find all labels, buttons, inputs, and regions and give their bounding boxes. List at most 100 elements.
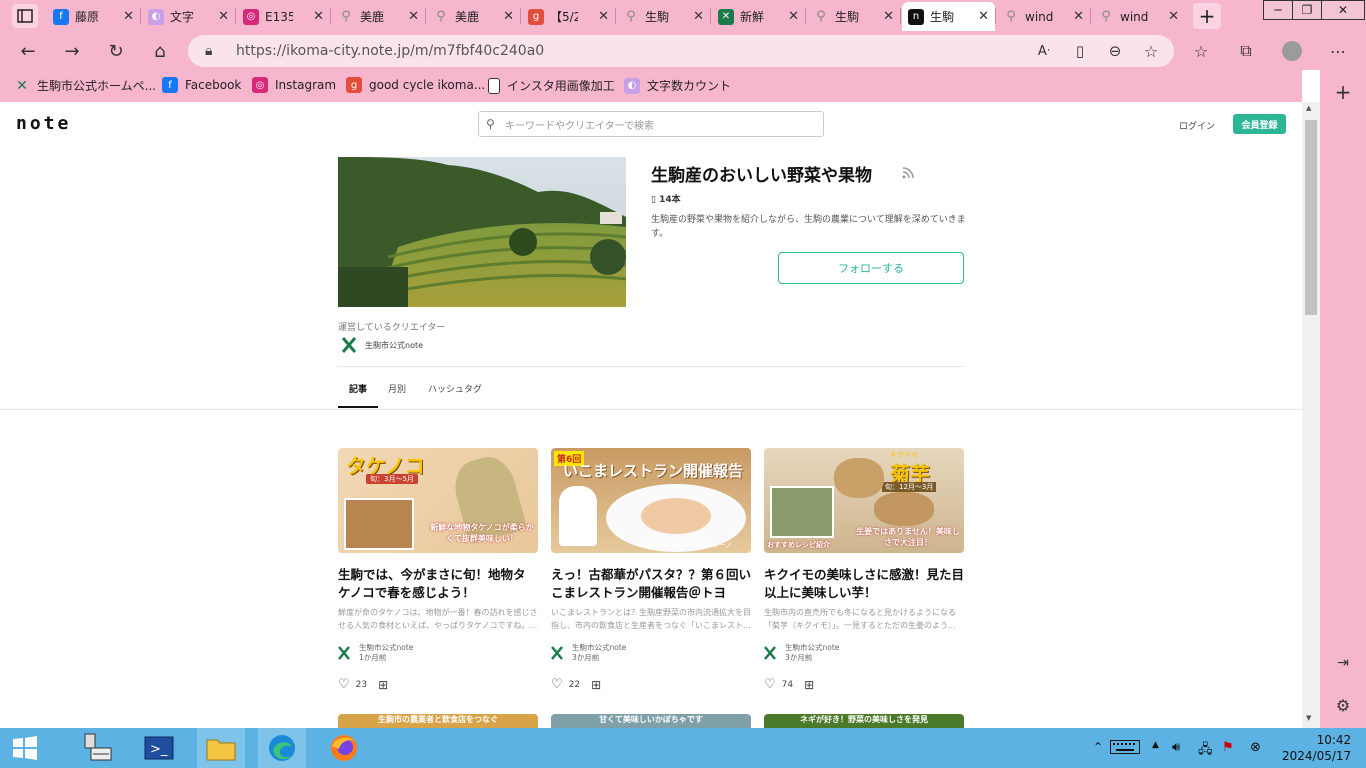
close-tab-icon[interactable]: ✕	[313, 9, 324, 24]
system-clock[interactable]: 10:42 2024/05/17	[1282, 732, 1351, 764]
forward-icon[interactable]: →	[60, 39, 84, 63]
keyboard-icon[interactable]	[1110, 740, 1140, 758]
next-article-thumbnail[interactable]: 生駒市の農業者と飲食店をつなぐ	[338, 714, 538, 728]
like-icon[interactable]: ♡	[764, 677, 776, 692]
note-logo[interactable]: note	[16, 113, 71, 134]
tab-monthly[interactable]: 月別	[388, 382, 406, 395]
follow-button[interactable]: フォローする	[778, 252, 964, 284]
new-tab-button[interactable]: +	[1193, 3, 1221, 29]
tab[interactable]: ⚲ 生駒 ✕	[617, 2, 710, 31]
signup-button[interactable]: 会員登録	[1233, 114, 1286, 134]
powershell-icon[interactable]: >_	[140, 728, 178, 768]
tray-expand-icon[interactable]: ⌃	[1093, 740, 1103, 754]
server-manager-icon[interactable]	[78, 728, 116, 768]
tab[interactable]: ◎ E135 ✕	[237, 2, 330, 31]
rss-icon[interactable]	[902, 167, 914, 182]
close-tab-icon[interactable]: ✕	[598, 9, 609, 24]
close-tab-icon[interactable]: ✕	[218, 9, 229, 24]
like-icon[interactable]: ♡	[551, 677, 563, 692]
restore-button[interactable]: ❐	[1292, 0, 1322, 20]
close-tab-icon[interactable]: ✕	[883, 9, 894, 24]
tab[interactable]: ◐ 文字 ✕	[142, 2, 235, 31]
profile-avatar[interactable]	[1280, 39, 1304, 63]
next-article-thumbnail[interactable]: ネギが好き！野菜の美味しさを発見	[764, 714, 964, 728]
search-input[interactable]: ⚲ キーワードやクリエイターで検索	[478, 111, 824, 137]
network-icon[interactable]: 🖧︎	[1198, 740, 1213, 762]
edge-browser-icon[interactable]	[258, 728, 306, 768]
immersive-reader-icon[interactable]: ▯	[1068, 39, 1092, 63]
article-title[interactable]: 生駒では、今がまさに旬！地物タケノコで春を感じよう！	[338, 566, 538, 602]
volume-icon[interactable]: 🔊︎	[1172, 740, 1180, 755]
tab[interactable]: ⚲ windo ✕	[997, 2, 1090, 31]
add-favorite-icon[interactable]: ☆	[1139, 39, 1163, 63]
creator-link[interactable]: 生駒市公式note	[341, 336, 423, 354]
file-explorer-icon[interactable]	[197, 728, 245, 768]
close-tab-icon[interactable]: ✕	[1168, 9, 1179, 24]
close-tab-icon[interactable]: ✕	[693, 9, 704, 24]
close-tab-icon[interactable]: ✕	[1073, 9, 1084, 24]
add-to-magazine-icon[interactable]: ⊞	[804, 678, 814, 692]
tab[interactable]: n 生駒 ✕	[902, 2, 995, 31]
sidebar-add-icon[interactable]: +	[1331, 80, 1355, 104]
article-card[interactable]: 第6回 いこまレストラン開催報告 2024.2.5 @トヨジクリーノ えっ！古都…	[551, 448, 751, 692]
article-card[interactable]: キクイモ 菊芋 旬：12月～3月 生姜ではありません！美味しさで大注目！ おすす…	[764, 448, 964, 692]
bookmark-item[interactable]: ◐ 文字数カウント	[624, 77, 731, 94]
firefox-icon[interactable]	[320, 728, 368, 768]
tab-separator	[615, 8, 616, 24]
bookmark-item[interactable]: f Facebook	[162, 77, 241, 93]
tab-hashtags[interactable]: ハッシュタグ	[428, 382, 482, 395]
favorites-icon[interactable]: ☆	[1189, 39, 1213, 63]
address-bar[interactable]: https://ikoma-city.note.jp/m/m7fbf40c240…	[188, 35, 1174, 67]
sidebar-hide-icon[interactable]: ⇥	[1331, 651, 1355, 675]
home-icon[interactable]: ⌂	[148, 39, 172, 63]
tab[interactable]: ✕ 新鮮 ✕	[712, 2, 805, 31]
show-hidden-icons[interactable]: ▲	[1152, 740, 1159, 750]
action-center-icon[interactable]: ⚑	[1222, 740, 1234, 755]
article-author[interactable]: 生駒市公式note 1か月前	[338, 643, 538, 663]
minimize-button[interactable]: ─	[1263, 0, 1293, 20]
close-tab-icon[interactable]: ✕	[123, 9, 134, 24]
more-menu-icon[interactable]: ⋯	[1326, 39, 1350, 63]
bookmark-item[interactable]: ✕ 生駒市公式ホームペ...	[14, 77, 156, 94]
close-tab-icon[interactable]: ✕	[788, 9, 799, 24]
read-aloud-icon[interactable]: Aᐧ	[1032, 39, 1056, 63]
scroll-down-icon[interactable]: ▼	[1306, 714, 1311, 722]
scrollbar-thumb[interactable]	[1305, 120, 1317, 315]
tab[interactable]: g 【5/25 ✕	[522, 2, 615, 31]
sidebar-settings-icon[interactable]: ⚙	[1331, 693, 1355, 717]
back-icon[interactable]: ←	[16, 39, 40, 63]
zoom-out-icon[interactable]: ⊖	[1103, 39, 1127, 63]
tab[interactable]: f 藤原 ✕	[47, 2, 140, 31]
add-to-magazine-icon[interactable]: ⊞	[591, 678, 601, 692]
scroll-up-icon[interactable]: ▲	[1306, 104, 1311, 112]
refresh-icon[interactable]: ↻	[104, 39, 128, 63]
bookmark-item[interactable]: ◎ Instagram	[252, 77, 336, 93]
article-card[interactable]: タケノコ 旬：3月～5月 新鮮な地物タケノコが柔らかくて抜群美味しい！ 生駒では…	[338, 448, 538, 692]
tab-articles[interactable]: 記事	[349, 382, 367, 395]
bookmark-item[interactable]: インスタ用画像加工	[488, 77, 615, 94]
login-link[interactable]: ログイン	[1179, 119, 1215, 132]
next-article-thumbnail[interactable]: 甘くて美味しいかぼちゃです	[551, 714, 751, 728]
tab[interactable]: ⚲ windo ✕	[1092, 2, 1185, 31]
article-title[interactable]: えっ！古都華がパスタ？？第６回いこまレストラン開催報告＠トヨジ...	[551, 566, 751, 602]
add-to-magazine-icon[interactable]: ⊞	[378, 678, 388, 692]
article-title[interactable]: キクイモの美味しさに感激！見た目以上に美味しい芋！	[764, 566, 964, 602]
collections-icon[interactable]: ⧉	[1234, 39, 1258, 63]
tab[interactable]: ⚲ 美鹿 ✕	[332, 2, 425, 31]
tab-actions-icon[interactable]	[12, 4, 38, 28]
start-button[interactable]	[6, 728, 44, 768]
like-icon[interactable]: ♡	[338, 677, 350, 692]
article-author[interactable]: 生駒市公式note 3か月前	[551, 643, 751, 663]
ikoma-avatar	[764, 646, 776, 660]
close-tab-icon[interactable]: ✕	[503, 9, 514, 24]
close-tab-icon[interactable]: ✕	[978, 9, 989, 24]
article-excerpt: いこまレストランとは？生駒産野菜の市内流通拡大を目指し、市内の飲食店と生産者をつ…	[551, 608, 751, 630]
tab[interactable]: ⚲ 生駒 ✕	[807, 2, 900, 31]
bookmark-item[interactable]: g good cycle ikoma...	[346, 77, 485, 93]
lock-icon[interactable]: 🔒︎	[205, 43, 212, 59]
close-window-button[interactable]: ✕	[1321, 0, 1365, 20]
notification-icon[interactable]: ⊗	[1250, 740, 1261, 755]
close-tab-icon[interactable]: ✕	[408, 9, 419, 24]
article-author[interactable]: 生駒市公式note 3か月前	[764, 643, 964, 663]
tab[interactable]: ⚲ 美鹿 ✕	[427, 2, 520, 31]
